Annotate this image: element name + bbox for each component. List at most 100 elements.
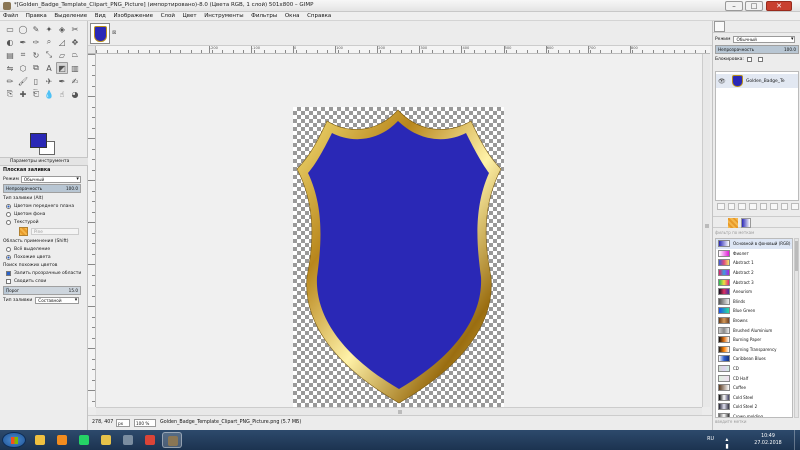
horizontal-scrollbar[interactable]: [96, 407, 702, 415]
free-select-tool-icon[interactable]: ✎: [30, 23, 42, 35]
zoom-select[interactable]: 100 %: [134, 419, 156, 427]
ellipse-select-tool-icon[interactable]: ◯: [17, 23, 29, 35]
dodge-burn-tool-icon[interactable]: ◕: [69, 88, 81, 100]
clone-tool-icon[interactable]: ⎘: [4, 88, 16, 100]
color-picker-tool-icon[interactable]: ✑: [30, 36, 42, 48]
move-tool-icon[interactable]: ✥: [69, 36, 81, 48]
mypaint-tool-icon[interactable]: ✍: [69, 75, 81, 87]
gradient-item[interactable]: Burning Transparency: [716, 345, 792, 355]
maximize-button[interactable]: □: [745, 1, 763, 11]
paths-tool-icon[interactable]: ✒: [17, 36, 29, 48]
measure-tool-icon[interactable]: ◿: [56, 36, 68, 48]
layer-row[interactable]: 👁 Golden_Badge_Te: [716, 74, 798, 88]
affected-all-radio[interactable]: [6, 246, 11, 252]
gradient-item[interactable]: Browns: [716, 316, 792, 326]
new-layer-icon[interactable]: [717, 203, 725, 210]
menu-filters[interactable]: Фильтры: [248, 12, 280, 20]
minimize-button[interactable]: –: [725, 1, 743, 11]
menu-help[interactable]: Справка: [304, 12, 334, 20]
blend-tool-icon[interactable]: ▥: [69, 62, 81, 74]
language-indicator[interactable]: RU: [707, 437, 714, 442]
lock-alpha-checkbox[interactable]: [757, 57, 763, 62]
threshold-slider[interactable]: Порог 15.0: [3, 286, 81, 295]
bucket-fill-tool-icon[interactable]: ◩: [56, 62, 68, 74]
cage-tool-icon[interactable]: ⬡: [17, 62, 29, 74]
chrome-icon[interactable]: [140, 432, 160, 448]
scissors-tool-icon[interactable]: ✂: [69, 23, 81, 35]
crop-tool-icon[interactable]: ⌗: [17, 49, 29, 61]
gradients-scrollbar[interactable]: [794, 238, 799, 418]
scale-tool-icon[interactable]: ⤡: [43, 49, 55, 61]
delete-layer-icon[interactable]: [791, 203, 799, 210]
menu-edit[interactable]: Правка: [23, 12, 50, 20]
lower-layer-icon[interactable]: [748, 203, 757, 210]
gimp-icon[interactable]: [162, 432, 182, 448]
gradient-item[interactable]: Caribbean Blues: [716, 354, 792, 364]
gradient-item[interactable]: Abstract 1: [716, 258, 792, 268]
brushes-tab-icon[interactable]: [714, 218, 724, 228]
canvas-area[interactable]: [96, 54, 702, 410]
perspective-tool-icon[interactable]: ⏢: [69, 49, 81, 61]
fill-bg-radio[interactable]: [6, 211, 11, 217]
show-desktop-button[interactable]: [794, 430, 800, 450]
lock-pixels-checkbox[interactable]: [746, 57, 752, 62]
anchor-layer-icon[interactable]: [770, 203, 778, 210]
tray-icons[interactable]: ▴ ▮ ◀: [725, 436, 730, 450]
airbrush-tool-icon[interactable]: ✈: [43, 75, 55, 87]
close-button[interactable]: ✕: [766, 1, 792, 11]
smudge-tool-icon[interactable]: ☝: [56, 88, 68, 100]
opacity-slider[interactable]: Непрозрачность 100.0: [3, 184, 81, 193]
mask-layer-icon[interactable]: [780, 203, 789, 210]
channels-tab-icon[interactable]: [729, 21, 740, 32]
whatsapp-icon[interactable]: [74, 432, 94, 448]
media-player-icon[interactable]: [52, 432, 72, 448]
calculator-icon[interactable]: [118, 432, 138, 448]
gradient-item[interactable]: Crown molding: [716, 412, 792, 417]
align-tool-icon[interactable]: ▤: [4, 49, 16, 61]
fill-by-select[interactable]: Составной: [35, 296, 80, 304]
gradient-item[interactable]: Cold Steel: [716, 393, 792, 403]
gradient-item[interactable]: CD: [716, 364, 792, 374]
start-button[interactable]: [2, 432, 26, 448]
pencil-tool-icon[interactable]: ✏: [4, 75, 16, 87]
unified-transform-tool-icon[interactable]: ⧉: [30, 62, 42, 74]
layers-tab-icon[interactable]: [714, 21, 725, 32]
image-tab-thumbnail[interactable]: [90, 23, 110, 44]
clock[interactable]: 10:49 27.02.2018: [750, 433, 786, 447]
text-tool-icon[interactable]: A: [43, 62, 55, 74]
visibility-eye-icon[interactable]: 👁: [718, 78, 726, 85]
gradient-item[interactable]: Фиолет: [716, 249, 792, 259]
unit-select[interactable]: px: [116, 419, 130, 427]
ruler-corner[interactable]: [88, 46, 96, 54]
raise-layer-icon[interactable]: [738, 203, 746, 210]
duplicate-layer-icon[interactable]: [759, 203, 768, 210]
vertical-scrollbar[interactable]: [702, 54, 710, 407]
gradient-item[interactable]: CD Half: [716, 373, 792, 383]
mode-select[interactable]: Обычный: [20, 175, 81, 183]
image-canvas[interactable]: [293, 107, 504, 410]
layer-opacity-slider[interactable]: Непрозрачность 100.0: [715, 45, 799, 54]
gradient-item[interactable]: Coffee: [716, 383, 792, 393]
fonts-tab-icon[interactable]: [755, 218, 765, 228]
tag-filter-input[interactable]: фильтр по меткам: [715, 230, 799, 237]
menu-image[interactable]: Изображение: [110, 12, 156, 20]
affected-similar-radio[interactable]: [6, 254, 11, 260]
blur-tool-icon[interactable]: 💧: [43, 88, 55, 100]
menu-windows[interactable]: Окна: [282, 12, 303, 20]
fill-pattern-radio[interactable]: [6, 219, 11, 225]
fuzzy-select-tool-icon[interactable]: ✦: [43, 23, 55, 35]
layer-group-icon[interactable]: [727, 203, 736, 210]
windows-explorer-icon[interactable]: [30, 432, 50, 448]
patterns-tab-icon[interactable]: [727, 218, 738, 228]
zoom-tool-icon[interactable]: ⌕: [43, 36, 55, 48]
layer-mode-select[interactable]: Обычный: [733, 36, 796, 43]
gradient-item[interactable]: Blinds: [716, 297, 792, 307]
paths-tab-icon[interactable]: [743, 21, 754, 32]
foreground-select-tool-icon[interactable]: ◐: [4, 36, 16, 48]
menu-tools[interactable]: Инструменты: [201, 12, 246, 20]
tag-entry-input[interactable]: введите метки: [715, 419, 799, 426]
shear-tool-icon[interactable]: ▱: [56, 49, 68, 61]
menu-colors[interactable]: Цвет: [179, 12, 199, 20]
gradient-item[interactable]: Aneurism: [716, 287, 792, 297]
gradient-item[interactable]: Brushed Aluminium: [716, 325, 792, 335]
